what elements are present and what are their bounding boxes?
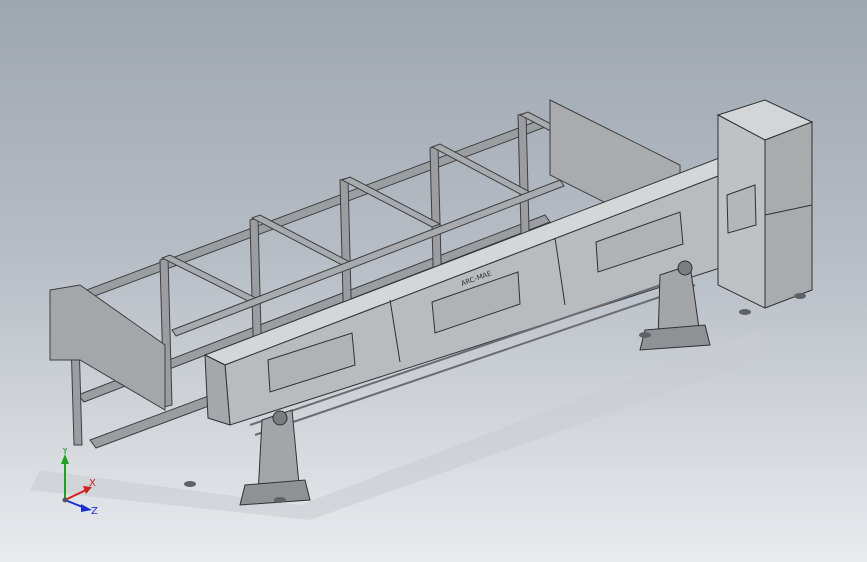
x-axis-line: [64, 489, 87, 501]
z-axis-label: Z: [91, 506, 98, 517]
y-axis-label: Y: [61, 448, 69, 457]
triad-origin: [62, 497, 68, 503]
conveyor-assembly-model[interactable]: ARC-MAE: [0, 0, 867, 562]
electrical-cabinet: [716, 99, 814, 309]
x-axis-label: X: [89, 478, 96, 489]
cad-viewport[interactable]: ARC-MAE Y X Z: [0, 0, 867, 562]
coordinate-triad: Y X Z: [61, 448, 98, 517]
